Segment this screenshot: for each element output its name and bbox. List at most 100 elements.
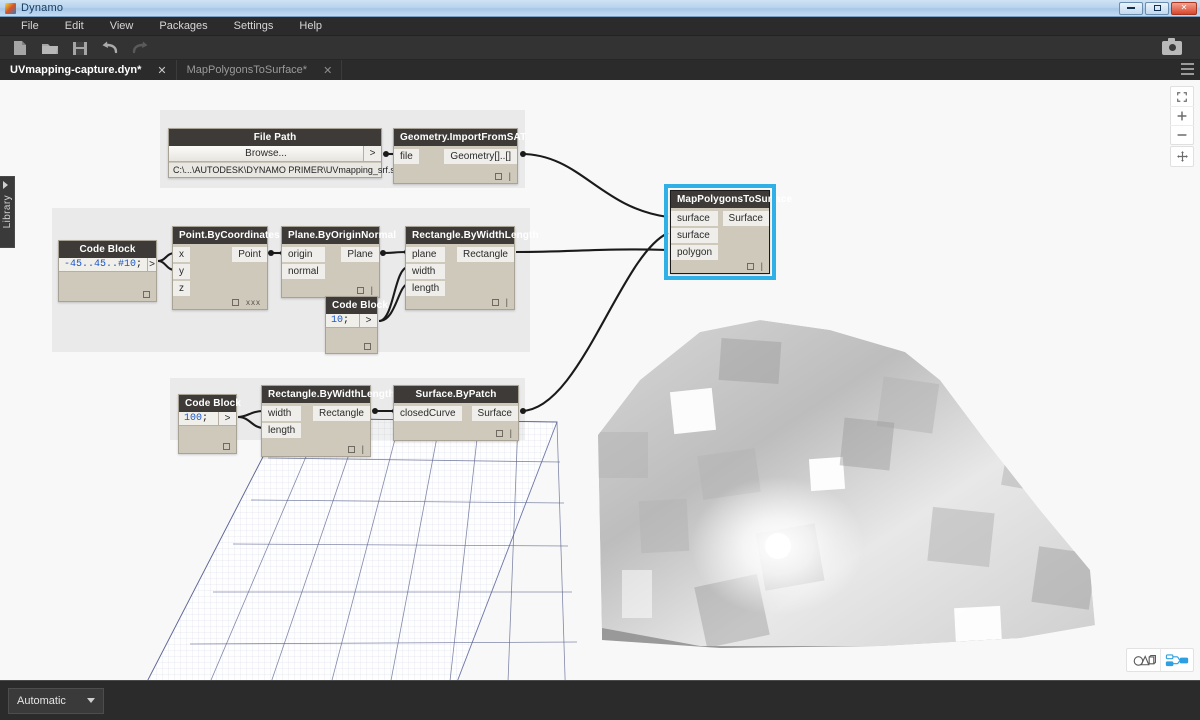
preview-checkbox[interactable]	[364, 342, 371, 350]
lacing-indicator[interactable]: |	[509, 171, 511, 180]
output-port-plane[interactable]: Plane	[341, 247, 379, 262]
node-code-block-hundred[interactable]: Code Block 100; >	[178, 394, 241, 454]
node-title: Surface.ByPatch	[394, 386, 518, 403]
output-port-marker[interactable]: >	[359, 314, 377, 327]
code-editor[interactable]: 100;	[179, 412, 218, 425]
zoom-controls	[1170, 86, 1194, 145]
menu-item-help[interactable]: Help	[286, 17, 335, 36]
output-port-surface[interactable]: Surface	[471, 406, 518, 421]
undo-icon[interactable]	[99, 38, 121, 58]
input-port-z[interactable]: z	[173, 281, 190, 296]
code-terminator: ;	[136, 259, 143, 270]
run-mode-label: Automatic	[17, 694, 66, 707]
tab-close-icon[interactable]: ✕	[323, 64, 332, 77]
library-panel-tab[interactable]: Library	[0, 176, 15, 248]
minimize-button[interactable]	[1119, 1, 1143, 15]
input-port-plane[interactable]: plane	[406, 247, 446, 262]
lacing-indicator[interactable]: xxx	[246, 298, 261, 306]
node-title: Rectangle.ByWidthLength	[406, 227, 539, 244]
node-rectangle-bywidthlength-bottom[interactable]: Rectangle.ByWidthLength width length Rec…	[261, 385, 395, 457]
lacing-indicator[interactable]: |	[510, 428, 512, 437]
preview-checkbox[interactable]	[347, 445, 355, 453]
close-button[interactable]: ✕	[1171, 1, 1197, 15]
input-port-origin[interactable]: origin	[282, 247, 325, 262]
output-port-marker[interactable]: >	[363, 146, 381, 161]
input-port-length[interactable]: length	[406, 281, 446, 296]
window-title: Dynamo	[21, 2, 64, 14]
menu-item-settings[interactable]: Settings	[221, 17, 287, 36]
output-port-marker[interactable]: >	[218, 412, 236, 425]
output-port-surface[interactable]: Surface	[722, 211, 769, 226]
lacing-indicator[interactable]: |	[362, 444, 364, 453]
output-port-rectangle[interactable]: Rectangle	[456, 247, 514, 262]
node-point-bycoordinates[interactable]: Point.ByCoordinates x y z Point xxx	[172, 226, 280, 310]
node-file-path[interactable]: File Path Browse... > C:\...\AUTODESK\DY…	[168, 128, 402, 178]
preview-checkbox[interactable]	[143, 290, 150, 298]
output-port-rectangle[interactable]: Rectangle	[312, 406, 370, 421]
graph-view-icon[interactable]	[1160, 649, 1193, 671]
code-value: 100	[184, 413, 203, 424]
geometry-view-icon[interactable]	[1127, 649, 1160, 671]
node-code-block-range[interactable]: Code Block -45..45..#10; >	[58, 240, 157, 302]
open-file-icon[interactable]	[39, 38, 61, 58]
lacing-indicator[interactable]: |	[761, 261, 763, 270]
code-editor[interactable]: 10;	[326, 314, 359, 327]
node-plane-byoriginnormal[interactable]: Plane.ByOriginNormal origin normal Plane…	[281, 226, 396, 298]
code-editor[interactable]: -45..45..#10;	[59, 258, 148, 271]
workspace-canvas[interactable]: Library File Path Browse... > C:\...\AUT…	[0, 80, 1200, 680]
lacing-indicator[interactable]: |	[506, 297, 508, 306]
view-mode-toggle	[1126, 648, 1194, 672]
zoom-out-icon[interactable]	[1170, 125, 1194, 144]
preview-checkbox[interactable]	[223, 442, 230, 450]
preview-checkbox[interactable]	[232, 298, 239, 306]
output-port-point[interactable]: Point	[232, 247, 267, 262]
expand-arrow-icon	[3, 181, 8, 189]
dynamo-window: Dynamo ✕ File Edit View Packages Setting…	[0, 0, 1200, 720]
menu-item-file[interactable]: File	[8, 17, 52, 36]
input-port-normal[interactable]: normal	[282, 264, 325, 279]
input-port-x[interactable]: x	[173, 247, 190, 262]
node-mappolygonstosurface[interactable]: MapPolygonsToSurface surface surface pol…	[664, 184, 792, 280]
preview-checkbox[interactable]	[746, 262, 754, 270]
node-geometry-importfromsat[interactable]: Geometry.ImportFromSAT file Geometry[]..…	[393, 128, 526, 184]
preview-checkbox[interactable]	[495, 429, 503, 437]
output-port-geometry[interactable]: Geometry[]..[]	[444, 149, 517, 164]
input-port-width[interactable]: width	[406, 264, 446, 279]
pan-control	[1170, 146, 1194, 167]
run-mode-dropdown[interactable]: Automatic	[8, 687, 104, 714]
input-port-closedcurve[interactable]: closedCurve	[394, 406, 462, 421]
preview-checkbox[interactable]	[494, 172, 502, 180]
preview-checkbox[interactable]	[356, 286, 364, 294]
zoom-in-icon[interactable]	[1170, 106, 1194, 125]
input-port-length[interactable]: length	[262, 423, 302, 438]
input-port-y[interactable]: y	[173, 264, 190, 279]
new-file-icon[interactable]	[9, 38, 31, 58]
input-port-surface-2[interactable]: surface	[671, 228, 719, 243]
node-surface-bypatch[interactable]: Surface.ByPatch closedCurve Surface |	[393, 385, 519, 441]
menu-item-packages[interactable]: Packages	[146, 17, 220, 36]
pan-icon[interactable]	[1170, 147, 1194, 166]
menu-item-edit[interactable]: Edit	[52, 17, 97, 36]
tab-label: MapPolygonsToSurface*	[186, 64, 308, 76]
tab-mappolygonstosurface[interactable]: MapPolygonsToSurface* ✕	[176, 60, 343, 80]
preview-checkbox[interactable]	[491, 298, 499, 306]
input-port-file[interactable]: file	[394, 149, 419, 164]
save-file-icon[interactable]	[69, 38, 91, 58]
hamburger-menu-icon[interactable]	[1181, 63, 1194, 75]
output-port-marker[interactable]: >	[147, 258, 156, 271]
lacing-indicator[interactable]: |	[371, 285, 373, 294]
chevron-down-icon	[87, 698, 95, 703]
restore-button[interactable]	[1145, 1, 1169, 15]
zoom-to-fit-icon[interactable]	[1170, 87, 1194, 106]
tab-close-icon[interactable]: ✕	[157, 64, 166, 77]
node-code-block-ten[interactable]: Code Block 10; >	[325, 296, 388, 354]
input-port-surface-1[interactable]: surface	[671, 211, 719, 226]
menu-item-view[interactable]: View	[97, 17, 147, 36]
screenshot-button[interactable]	[1162, 37, 1182, 55]
input-port-polygon[interactable]: polygon	[671, 245, 719, 260]
browse-button[interactable]: Browse...	[169, 146, 363, 161]
input-port-width[interactable]: width	[262, 406, 302, 421]
node-title: Code Block	[59, 241, 156, 258]
node-rectangle-bywidthlength-top[interactable]: Rectangle.ByWidthLength plane width leng…	[405, 226, 539, 310]
tab-uvmapping-capture[interactable]: UVmapping-capture.dyn* ✕	[0, 60, 177, 80]
